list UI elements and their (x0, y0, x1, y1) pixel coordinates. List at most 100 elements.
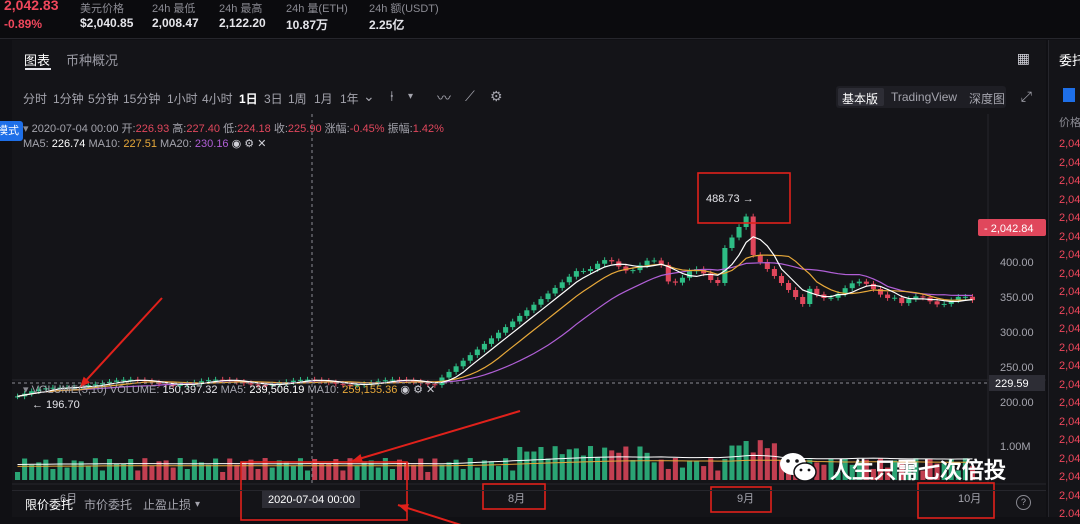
candle-body[interactable] (807, 288, 813, 304)
volume-bar[interactable] (630, 459, 636, 480)
candle-body[interactable] (679, 277, 685, 283)
volume-bar[interactable] (227, 458, 233, 480)
candle-body[interactable] (205, 380, 212, 382)
volume-bar[interactable] (128, 458, 134, 480)
candle-body[interactable] (885, 294, 891, 299)
candle-body[interactable] (856, 281, 862, 284)
volume-bar[interactable] (29, 464, 35, 480)
gear-icon[interactable]: ⚙ (413, 384, 423, 396)
view-tradingview[interactable]: TradingView (891, 90, 957, 104)
volume-bar[interactable] (496, 466, 502, 480)
volume-bar[interactable] (453, 459, 459, 480)
candle-body[interactable] (771, 269, 777, 276)
candle-body[interactable] (814, 288, 820, 295)
orderbook-price-row[interactable]: 2,04 (1059, 379, 1080, 391)
candle-body[interactable] (778, 276, 785, 283)
candle-body[interactable] (510, 321, 516, 328)
candle-body[interactable] (757, 255, 763, 262)
volume-bar[interactable] (481, 460, 487, 480)
candle-body[interactable] (892, 297, 898, 299)
volume-bar[interactable] (545, 458, 551, 480)
chevron-down-icon[interactable]: ⌄ (363, 88, 375, 105)
volume-bar[interactable] (460, 468, 466, 480)
candle-body[interactable] (580, 271, 586, 273)
volume-bar[interactable] (36, 462, 42, 480)
candle-body[interactable] (474, 349, 480, 356)
candle-body[interactable] (297, 379, 304, 381)
candle-body[interactable] (517, 315, 523, 322)
orderbook-price-row[interactable]: 2,04 (1059, 342, 1080, 354)
candle-body[interactable] (496, 332, 502, 339)
candle-body[interactable] (863, 281, 869, 284)
help-icon[interactable]: ? (1016, 495, 1031, 510)
candle-body[interactable] (800, 297, 806, 304)
volume-bar[interactable] (701, 466, 707, 480)
candle-body[interactable] (729, 237, 735, 249)
timeframe-timeshare[interactable]: 分时 (23, 90, 47, 107)
volume-bar[interactable] (418, 458, 424, 480)
orderbook-price-row[interactable]: 2,04 (1059, 508, 1080, 517)
orderbook-price-row[interactable]: 2,04 (1059, 212, 1080, 224)
volume-bar[interactable] (609, 450, 615, 480)
candle-body[interactable] (545, 293, 551, 300)
volume-bar[interactable] (524, 451, 530, 480)
candle-body[interactable] (573, 271, 579, 277)
volume-bar[interactable] (220, 471, 226, 480)
candle-body[interactable] (559, 282, 565, 288)
volume-bar[interactable] (92, 458, 98, 480)
volume-bar[interactable] (510, 470, 516, 480)
candle-body[interactable] (595, 263, 601, 270)
candle-body[interactable] (899, 297, 905, 304)
volume-bar[interactable] (595, 457, 601, 480)
volume-bar[interactable] (241, 462, 247, 480)
ruler-icon[interactable]: ⟋ (465, 88, 475, 105)
candle-body[interactable] (467, 355, 473, 361)
tab-market-order[interactable]: 市价委托 (84, 496, 132, 513)
orderbook-price-row[interactable]: 2,04 (1059, 268, 1080, 280)
timeframe-15min[interactable]: 15分钟 (123, 90, 160, 107)
volume-bar[interactable] (269, 467, 275, 480)
close-icon[interactable]: ✕ (426, 384, 435, 396)
candle-body[interactable] (446, 371, 452, 378)
volume-bar[interactable] (106, 458, 113, 480)
volume-bar[interactable] (637, 446, 643, 480)
orderbook-price-row[interactable]: 2,04 (1059, 471, 1080, 483)
orderbook-price-row[interactable]: 2,04 (1059, 138, 1080, 150)
volume-bar[interactable] (750, 452, 756, 480)
orderbook-price-row[interactable]: 2,04 (1059, 249, 1080, 261)
candle-body[interactable] (630, 270, 636, 272)
volume-bar[interactable] (50, 468, 56, 480)
candle-body[interactable] (460, 360, 466, 367)
volume-bar[interactable] (764, 448, 770, 480)
orderbook-price-row[interactable]: 2,04 (1059, 397, 1080, 409)
candle-body[interactable] (538, 299, 544, 305)
volume-bar[interactable] (71, 460, 77, 480)
volume-bar[interactable] (389, 469, 395, 480)
volume-bar[interactable] (375, 467, 381, 480)
candle-body[interactable] (934, 301, 940, 305)
orderbook-price-row[interactable]: 2,04 (1059, 231, 1080, 243)
candle-body[interactable] (382, 380, 388, 382)
volume-bar[interactable] (679, 467, 685, 480)
candle-body[interactable] (828, 297, 834, 299)
volume-bar[interactable] (135, 470, 141, 480)
timeframe-1h[interactable]: 1小时 (167, 90, 198, 107)
volume-bar[interactable] (213, 458, 219, 480)
orderbook-price-row[interactable]: 2,04 (1059, 360, 1080, 372)
orderbook-price-row[interactable]: 2,04 (1059, 175, 1080, 187)
timeframe-3d[interactable]: 3日 (264, 90, 283, 107)
volume-bar[interactable] (156, 461, 162, 480)
candle-body[interactable] (587, 269, 594, 272)
volume-bar[interactable] (22, 458, 28, 480)
volume-bar[interactable] (623, 446, 629, 480)
volume-bar[interactable] (43, 459, 49, 480)
fullscreen-icon[interactable]: ⤢ (1021, 88, 1032, 105)
volume-bar[interactable] (234, 464, 240, 480)
volume-bar[interactable] (722, 458, 728, 480)
volume-bar[interactable] (198, 462, 204, 480)
orderbook-price-row[interactable]: 2,04 (1059, 323, 1080, 335)
candle-body[interactable] (602, 260, 608, 264)
volume-bar[interactable] (715, 470, 721, 480)
candle-body[interactable] (566, 276, 572, 283)
candle-body[interactable] (743, 216, 749, 228)
